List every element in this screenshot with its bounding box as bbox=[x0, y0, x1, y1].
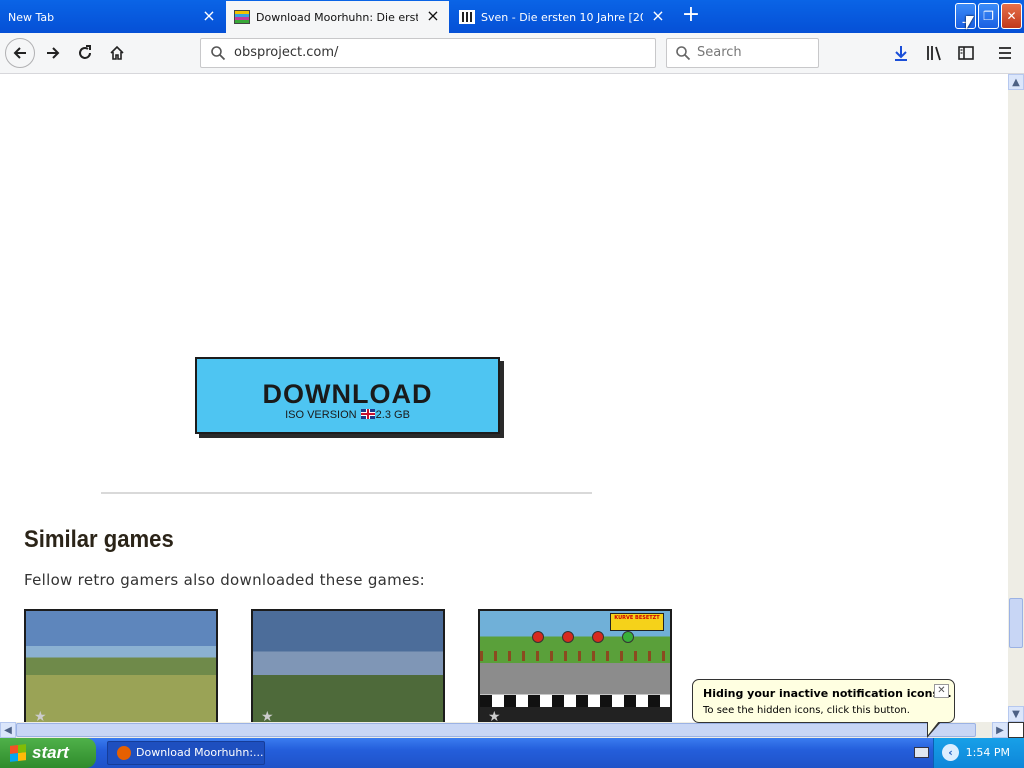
system-tray: ‹ 1:54 PM bbox=[933, 738, 1024, 768]
back-button[interactable] bbox=[5, 38, 35, 68]
traffic-lights bbox=[532, 631, 634, 643]
reload-icon bbox=[79, 45, 91, 59]
taskbar-item-label: Download Moorhuhn:... bbox=[136, 746, 264, 759]
balloon-text: To see the hidden icons, click this butt… bbox=[703, 705, 910, 716]
taskbar-item-firefox[interactable]: Download Moorhuhn:... bbox=[107, 741, 265, 765]
home-icon bbox=[110, 45, 124, 60]
search-bar[interactable]: Search bbox=[666, 38, 819, 68]
restore-button[interactable]: ❐ bbox=[978, 3, 999, 29]
sidebar-icon bbox=[958, 46, 974, 60]
star-icon: ★ bbox=[34, 709, 47, 722]
clock: 1:54 PM bbox=[965, 746, 1010, 759]
tab-label: New Tab bbox=[8, 10, 55, 24]
sidebar-button[interactable] bbox=[951, 38, 981, 68]
close-window-button[interactable]: ✕ bbox=[1001, 3, 1022, 29]
windows-logo-icon bbox=[10, 744, 26, 762]
menu-icon bbox=[999, 47, 1011, 59]
forward-icon bbox=[47, 47, 60, 59]
similar-games-heading: Similar games bbox=[24, 526, 174, 553]
tab-sven[interactable]: Sven - Die ersten 10 Jahre [2008] × bbox=[451, 1, 674, 33]
tab-moorhuhn[interactable]: Download Moorhuhn: Die ersten 10 Jahre × bbox=[226, 1, 449, 33]
mouse-cursor-icon bbox=[966, 16, 974, 30]
vertical-scroll-thumb[interactable] bbox=[1009, 598, 1023, 648]
notification-balloon: Hiding your inactive notification icons.… bbox=[692, 679, 955, 738]
close-tab-icon[interactable]: × bbox=[201, 8, 217, 25]
similar-games-subtitle: Fellow retro gamers also downloaded thes… bbox=[24, 571, 426, 589]
scroll-right-arrow-icon[interactable]: ▶ bbox=[992, 722, 1008, 738]
game-thumbnail-1[interactable]: ★ bbox=[24, 609, 218, 722]
download-sub: ISO VERSION 2.3 GB bbox=[197, 409, 498, 421]
start-label: start bbox=[32, 743, 69, 762]
close-tab-icon[interactable]: × bbox=[425, 8, 441, 25]
downloads-button[interactable] bbox=[886, 38, 916, 68]
reload-button[interactable] bbox=[70, 38, 100, 68]
section-divider bbox=[101, 492, 592, 494]
keyboard-icon[interactable] bbox=[914, 747, 929, 758]
library-button[interactable] bbox=[919, 38, 949, 68]
start-button[interactable]: start bbox=[0, 738, 96, 768]
library-icon bbox=[927, 46, 941, 61]
thumbnail-sign: KURVE BESETZT bbox=[610, 613, 664, 631]
navigation-toolbar: obsproject.com/ Search bbox=[0, 33, 1024, 74]
iso-version-label: ISO VERSION bbox=[285, 409, 357, 421]
search-icon bbox=[211, 46, 226, 61]
star-icon: ★ bbox=[488, 709, 501, 722]
tab-label: Download Moorhuhn: Die ersten 10 Jahre bbox=[256, 10, 418, 24]
url-text: obsproject.com/ bbox=[234, 45, 339, 60]
tab-strip: New Tab × Download Moorhuhn: Die ersten … bbox=[0, 0, 1024, 33]
tray-expand-icon[interactable]: ‹ bbox=[942, 744, 959, 761]
balloon-title: Hiding your inactive notification icons.… bbox=[703, 687, 952, 700]
museum-favicon-icon bbox=[459, 10, 475, 24]
checkered-line bbox=[480, 695, 670, 707]
balloon-tail bbox=[927, 721, 941, 738]
scroll-left-arrow-icon[interactable]: ◀ bbox=[0, 722, 16, 738]
forward-button[interactable] bbox=[38, 38, 68, 68]
game-thumbnail-3[interactable]: KURVE BESETZT ★ bbox=[478, 609, 672, 722]
close-tab-icon[interactable]: × bbox=[650, 8, 666, 25]
scroll-up-arrow-icon[interactable]: ▲ bbox=[1008, 74, 1024, 90]
game-thumbnail-2[interactable]: ★ bbox=[251, 609, 445, 722]
horizontal-scroll-thumb[interactable] bbox=[16, 723, 976, 737]
search-placeholder: Search bbox=[697, 45, 742, 60]
tab-label: Sven - Die ersten 10 Jahre [2008] bbox=[481, 10, 643, 24]
uk-flag-icon bbox=[360, 409, 375, 419]
fence bbox=[480, 651, 670, 661]
menu-button[interactable] bbox=[990, 38, 1020, 68]
download-button[interactable]: DOWNLOAD ISO VERSION 2.3 GB bbox=[195, 357, 500, 434]
download-label: DOWNLOAD bbox=[262, 379, 433, 409]
horizontal-scrollbar[interactable]: ◀ ▶ bbox=[0, 722, 1008, 738]
page-viewport: DOWNLOAD ISO VERSION 2.3 GB Similar game… bbox=[0, 74, 1008, 722]
back-icon bbox=[13, 47, 26, 59]
url-bar[interactable]: obsproject.com/ bbox=[200, 38, 656, 68]
home-button[interactable] bbox=[102, 38, 132, 68]
taskbar: start Download Moorhuhn:... ‹ 1:54 PM bbox=[0, 738, 1024, 768]
search-icon bbox=[676, 46, 691, 61]
firefox-icon bbox=[117, 746, 131, 760]
tab-new-tab[interactable]: New Tab × bbox=[0, 1, 225, 33]
scroll-down-arrow-icon[interactable]: ▼ bbox=[1008, 706, 1024, 722]
star-icon: ★ bbox=[261, 709, 274, 722]
file-size-label: 2.3 GB bbox=[375, 409, 410, 421]
moorhuhn-favicon-icon bbox=[234, 10, 250, 24]
download-arrow-icon bbox=[895, 46, 907, 61]
vertical-scrollbar[interactable]: ▲ ▼ bbox=[1008, 74, 1024, 722]
balloon-close-button[interactable]: ✕ bbox=[934, 684, 949, 698]
new-tab-button[interactable]: + bbox=[680, 4, 702, 28]
scrollbar-corner bbox=[1008, 722, 1024, 738]
